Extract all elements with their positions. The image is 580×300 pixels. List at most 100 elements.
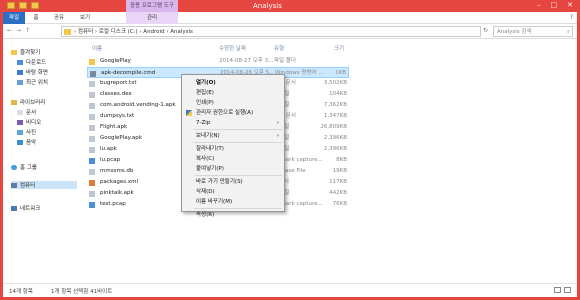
nav-label: 다운로드 <box>26 60 47 66</box>
window-controls: – □ ✕ <box>537 1 573 9</box>
file-icon <box>89 180 95 186</box>
nav-recent[interactable]: 최근 위치 <box>17 78 48 86</box>
close-button[interactable]: ✕ <box>567 1 573 9</box>
file-name: packages.xml <box>100 179 138 185</box>
back-button[interactable]: ← <box>7 27 12 34</box>
column-name[interactable]: 이름 <box>92 44 102 52</box>
nav-pictures[interactable]: 사진 <box>17 128 36 136</box>
details-view-icon[interactable] <box>554 287 561 293</box>
menu-item[interactable]: 열기(O) <box>183 78 283 88</box>
menu-item[interactable]: 붙여넣기(P) <box>183 164 283 174</box>
nav-label: 음악 <box>26 140 37 146</box>
tab-home[interactable]: 홈 <box>27 12 45 24</box>
ribbon-tabs: 파일 홈 공유 보기 관리 ? <box>3 12 577 24</box>
file-icon <box>89 81 95 87</box>
maximize-button[interactable]: □ <box>551 1 558 9</box>
nav-music[interactable]: 음악 <box>17 138 36 146</box>
folder-icon <box>89 59 95 65</box>
status-selection: 1개 항목 선택함 41바이트 <box>51 289 113 295</box>
menu-item-label: 관리자 권한으로 실행(A) <box>196 110 254 116</box>
menu-item-label: 인쇄(P) <box>196 100 214 106</box>
nav-desktop[interactable]: 바탕 화면 <box>17 68 48 76</box>
desktop-icon <box>17 69 23 75</box>
menu-item[interactable]: 관리자 권한으로 실행(A) <box>183 108 283 118</box>
quick-access-toolbar <box>7 2 39 9</box>
search-input[interactable]: Analysis 검색 ⌕ <box>493 26 573 37</box>
file-size: 3,502KB <box>323 80 347 86</box>
recent-icon <box>17 79 23 85</box>
file-icon <box>89 136 95 142</box>
nav-label: 비디오 <box>26 120 42 126</box>
nav-favorites[interactable]: 즐겨찾기 <box>11 48 40 56</box>
file-size: 117KB <box>329 179 347 185</box>
menu-item[interactable]: 속성(R) <box>183 210 283 220</box>
nav-homegroup[interactable]: 홈 그룹 <box>11 163 37 171</box>
nav-libraries[interactable]: 라이브러리 <box>11 98 45 106</box>
nav-buttons: ← → ↑ <box>7 27 30 34</box>
table-row[interactable]: GooglePlay 2014-08-27 오후 3... 파일 폴더 <box>87 56 349 67</box>
nav-label: 최근 위치 <box>26 80 48 86</box>
window-title: Analysis <box>253 2 282 10</box>
new-folder-icon[interactable] <box>31 2 39 9</box>
file-icon <box>89 114 95 120</box>
explorer-window: 응용 프로그램 도구 Analysis – □ ✕ 파일 홈 공유 보기 관리 … <box>0 0 580 300</box>
file-size: 1,347KB <box>323 113 347 119</box>
status-bar: 14개 항목 1개 항목 선택함 41바이트 <box>3 283 577 297</box>
menu-item[interactable]: 인쇄(P) <box>183 98 283 108</box>
tab-file[interactable]: 파일 <box>3 12 25 24</box>
file-icon <box>89 169 95 175</box>
contextual-tab-title: 응용 프로그램 도구 <box>126 0 178 12</box>
menu-item-label: 열기(O) <box>196 80 216 86</box>
search-placeholder: Analysis 검색 <box>497 29 532 35</box>
column-date[interactable]: 수정한 날짜 <box>219 44 246 52</box>
submenu-arrow-icon: › <box>276 133 279 139</box>
file-size: 442KB <box>329 190 347 196</box>
menu-separator <box>194 208 282 209</box>
computer-icon <box>11 182 17 188</box>
view-switcher <box>554 287 571 293</box>
help-icon[interactable]: ? <box>570 14 573 21</box>
network-icon <box>11 205 17 211</box>
up-button[interactable]: ↑ <box>25 27 30 34</box>
breadcrumb[interactable]: › 컴퓨터 › 로컬 디스크 (C:) › Android › Analysis <box>61 26 481 37</box>
file-icon <box>89 92 95 98</box>
nav-downloads[interactable]: 다운로드 <box>17 58 46 66</box>
menu-item[interactable]: 7-Zip › <box>183 118 283 128</box>
large-icons-view-icon[interactable] <box>564 287 571 293</box>
tab-view[interactable]: 보기 <box>73 12 97 24</box>
folder-icon <box>64 29 71 35</box>
nav-label: 사진 <box>26 130 37 136</box>
context-menu: 열기(O) 편집(E) 인쇄(P) 관리자 권한으로 실행(A) 7-Zip › 보내기(N… <box>181 74 285 218</box>
nav-network[interactable]: 네트워크 <box>11 204 40 212</box>
forward-button[interactable]: → <box>16 27 21 34</box>
nav-label: 문서 <box>26 110 37 116</box>
properties-icon[interactable] <box>19 2 27 9</box>
menu-item-label: 삭제(D) <box>196 189 215 195</box>
nav-computer[interactable]: 컴퓨터 <box>11 181 77 189</box>
menu-item[interactable]: 바로 가기 만들기(S) <box>183 177 283 187</box>
menu-item[interactable]: 잘라내기(T) <box>183 144 283 154</box>
menu-item-label: 바로 가기 만들기(S) <box>196 179 243 185</box>
minimize-button[interactable]: – <box>537 1 541 9</box>
nav-videos[interactable]: 비디오 <box>17 118 41 126</box>
menu-item[interactable]: 이름 바꾸기(M) <box>183 197 283 207</box>
nav-label: 즐겨찾기 <box>20 50 41 56</box>
file-name: GooglePlay <box>100 58 131 64</box>
menu-item[interactable]: 보내기(N) › <box>183 131 283 141</box>
nav-label: 라이브러리 <box>20 100 46 106</box>
refresh-button[interactable]: ↻ <box>483 27 488 34</box>
shield-icon <box>186 110 192 116</box>
tab-manage[interactable]: 관리 <box>126 12 178 24</box>
menu-item-label: 이름 바꾸기(M) <box>196 199 233 205</box>
menu-item[interactable]: 복사(C) <box>183 154 283 164</box>
file-icon <box>89 202 95 208</box>
file-icon <box>89 147 95 153</box>
menu-item[interactable]: 삭제(D) <box>183 187 283 197</box>
column-type[interactable]: 유형 <box>274 44 284 52</box>
folder-icon[interactable] <box>7 2 15 9</box>
nav-documents[interactable]: 문서 <box>17 108 36 116</box>
menu-item[interactable]: 편집(E) <box>183 88 283 98</box>
column-size[interactable]: 크기 <box>334 44 344 52</box>
nav-label: 바탕 화면 <box>26 70 48 76</box>
tab-share[interactable]: 공유 <box>47 12 71 24</box>
